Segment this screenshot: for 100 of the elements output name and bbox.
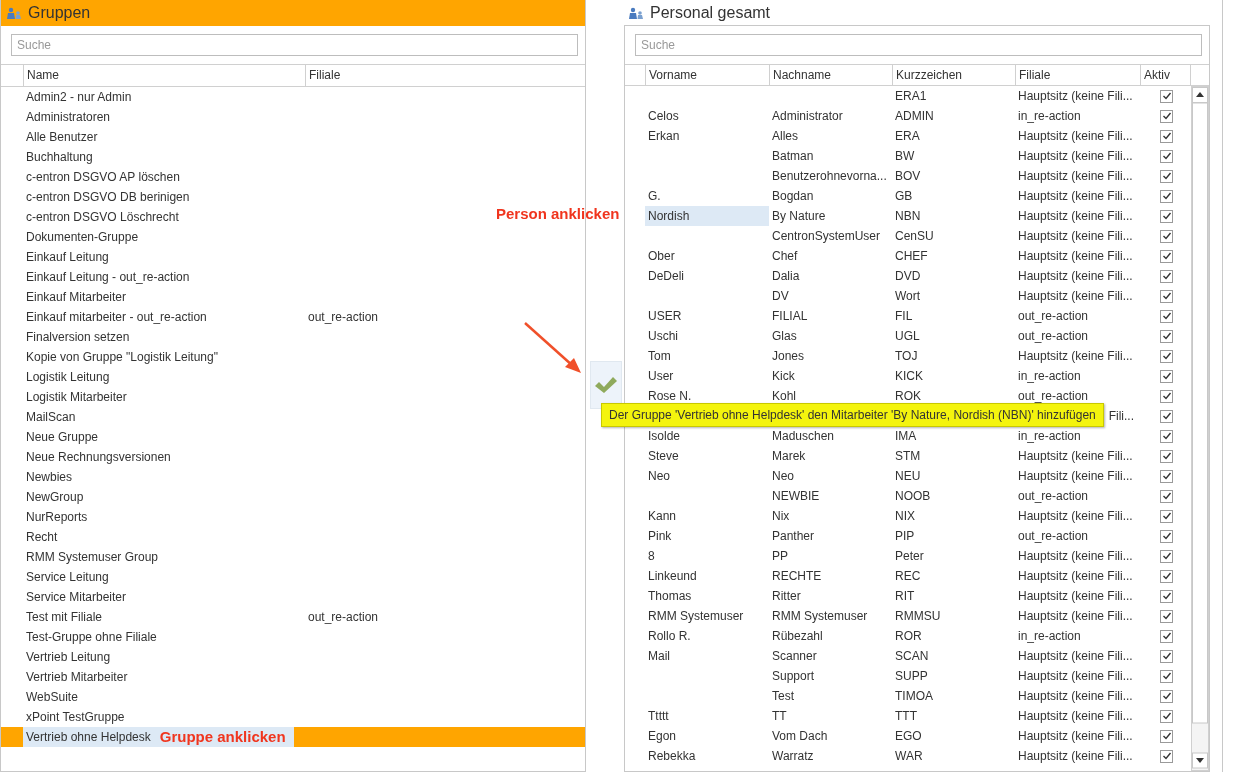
- table-cell[interactable]: Ober: [645, 246, 769, 266]
- checkbox[interactable]: [1160, 389, 1173, 403]
- checkbox[interactable]: [1160, 709, 1173, 723]
- table-cell[interactable]: Rübezahl: [772, 629, 823, 643]
- table-cell[interactable]: Alle Benutzer: [26, 130, 98, 144]
- table-cell[interactable]: Neue Rechnungsversionen: [26, 450, 171, 464]
- table-cell[interactable]: Rebekka: [645, 746, 769, 766]
- table-cell[interactable]: BOV: [895, 169, 921, 183]
- table-cell[interactable]: CHEF: [895, 249, 928, 263]
- table-cell[interactable]: Kohl: [772, 389, 797, 403]
- checkbox[interactable]: [1160, 589, 1173, 603]
- table-cell[interactable]: Chef: [772, 249, 798, 263]
- table-cell[interactable]: UGL: [895, 329, 920, 343]
- table-cell[interactable]: c-entron DSGVO DB berinigen: [26, 190, 190, 204]
- table-cell[interactable]: Isolde: [645, 426, 769, 446]
- table-cell[interactable]: ROR: [895, 629, 922, 643]
- table-cell[interactable]: Kopie von Gruppe "Logistik Leitung": [26, 350, 218, 364]
- table-cell[interactable]: TIMOA: [895, 689, 933, 703]
- table-cell[interactable]: Warratz: [772, 749, 814, 763]
- checkbox[interactable]: [1160, 169, 1173, 183]
- checkbox[interactable]: [1160, 369, 1173, 383]
- table-cell[interactable]: Recht: [26, 530, 58, 544]
- checkbox[interactable]: [1160, 629, 1173, 643]
- table-cell[interactable]: Buchhaltung: [26, 150, 93, 164]
- table-cell[interactable]: Service Mitarbeiter: [26, 590, 127, 604]
- table-cell[interactable]: Rose N.: [645, 386, 769, 406]
- table-cell[interactable]: WebSuite: [26, 690, 78, 704]
- column-header[interactable]: Aktiv: [1140, 65, 1190, 86]
- table-cell[interactable]: User: [645, 366, 769, 386]
- table-cell[interactable]: Bogdan: [772, 189, 814, 203]
- table-cell[interactable]: Neue Gruppe: [26, 430, 99, 444]
- table-cell[interactable]: Vom Dach: [772, 729, 828, 743]
- table-cell[interactable]: ROK: [895, 389, 921, 403]
- table-cell[interactable]: Celos: [645, 106, 769, 126]
- checkbox[interactable]: [1160, 349, 1173, 363]
- table-cell[interactable]: PP: [772, 549, 788, 563]
- table-cell[interactable]: CenSU: [895, 229, 934, 243]
- table-cell[interactable]: Thomas: [645, 586, 769, 606]
- table-cell[interactable]: Erkan: [645, 126, 769, 146]
- table-cell[interactable]: NEU: [895, 469, 921, 483]
- table-cell[interactable]: Tom: [645, 346, 769, 366]
- table-cell[interactable]: ADMIN: [895, 109, 934, 123]
- table-cell[interactable]: NewGroup: [26, 490, 84, 504]
- table-cell[interactable]: Nordish: [645, 206, 769, 226]
- table-cell[interactable]: DVD: [895, 269, 921, 283]
- table-cell[interactable]: SCAN: [895, 649, 929, 663]
- table-cell[interactable]: Vertrieb ohne Helpdesk Gruppe anklicken: [23, 727, 294, 747]
- checkbox[interactable]: [1160, 749, 1173, 763]
- table-cell[interactable]: Kick: [772, 369, 795, 383]
- table-cell[interactable]: Test-Gruppe ohne Filiale: [26, 630, 157, 644]
- checkbox[interactable]: [1160, 469, 1173, 483]
- column-header[interactable]: Filiale: [305, 65, 585, 86]
- table-cell[interactable]: xPoint TestGruppe: [26, 710, 125, 724]
- table-cell[interactable]: Benutzerohnevorna...: [772, 169, 887, 183]
- table-cell[interactable]: Vertrieb Mitarbeiter: [26, 670, 128, 684]
- table-cell[interactable]: Admin2 - nur Admin: [26, 90, 132, 104]
- table-cell[interactable]: GB: [895, 189, 913, 203]
- checkbox[interactable]: [1160, 429, 1173, 443]
- table-cell[interactable]: USER: [645, 306, 769, 326]
- table-cell[interactable]: Steve: [645, 446, 769, 466]
- table-cell[interactable]: Logistik Mitarbeiter: [26, 390, 127, 404]
- table-cell[interactable]: NEWBIE: [772, 489, 820, 503]
- checkbox[interactable]: [1160, 649, 1173, 663]
- table-cell[interactable]: RIT: [895, 589, 915, 603]
- table-cell[interactable]: PIP: [895, 529, 915, 543]
- table-cell[interactable]: Vertrieb Leitung: [26, 650, 111, 664]
- checkbox[interactable]: [1160, 329, 1173, 343]
- table-cell[interactable]: Kann: [645, 506, 769, 526]
- table-cell[interactable]: Nix: [772, 509, 790, 523]
- table-cell[interactable]: NOOB: [895, 489, 931, 503]
- table-cell[interactable]: c-entron DSGVO AP löschen: [26, 170, 180, 184]
- table-cell[interactable]: Glas: [772, 329, 797, 343]
- table-cell[interactable]: CentronSystemUser: [772, 229, 881, 243]
- table-cell[interactable]: FILIAL: [772, 309, 808, 323]
- table-cell[interactable]: Service Leitung: [26, 570, 109, 584]
- table-cell[interactable]: Dokumenten-Gruppe: [26, 230, 139, 244]
- table-cell[interactable]: Peter: [895, 549, 924, 563]
- table-cell[interactable]: Einkauf Mitarbeiter: [26, 290, 127, 304]
- checkbox[interactable]: [1160, 109, 1173, 123]
- table-cell[interactable]: STM: [895, 449, 921, 463]
- checkbox[interactable]: [1160, 189, 1173, 203]
- table-cell[interactable]: Newbies: [26, 470, 73, 484]
- table-cell[interactable]: Neo: [645, 466, 769, 486]
- checkbox[interactable]: [1160, 289, 1173, 303]
- checkbox[interactable]: [1160, 409, 1173, 423]
- table-cell[interactable]: Test: [772, 689, 794, 703]
- table-cell[interactable]: Jones: [772, 349, 805, 363]
- checkbox[interactable]: [1160, 209, 1173, 223]
- search-field[interactable]: Suche: [635, 34, 1202, 56]
- table-cell[interactable]: TT: [772, 709, 787, 723]
- checkbox[interactable]: [1160, 509, 1173, 523]
- checkbox[interactable]: [1160, 609, 1173, 623]
- table-cell[interactable]: Einkauf Leitung: [26, 250, 109, 264]
- table-cell[interactable]: ERA: [895, 129, 920, 143]
- table-cell[interactable]: Rollo R.: [645, 626, 769, 646]
- table-cell[interactable]: RMMSU: [895, 609, 941, 623]
- table-cell[interactable]: REC: [895, 569, 921, 583]
- table-cell[interactable]: MailScan: [26, 410, 76, 424]
- table-cell[interactable]: Finalversion setzen: [26, 330, 130, 344]
- search-field[interactable]: Suche: [11, 34, 578, 56]
